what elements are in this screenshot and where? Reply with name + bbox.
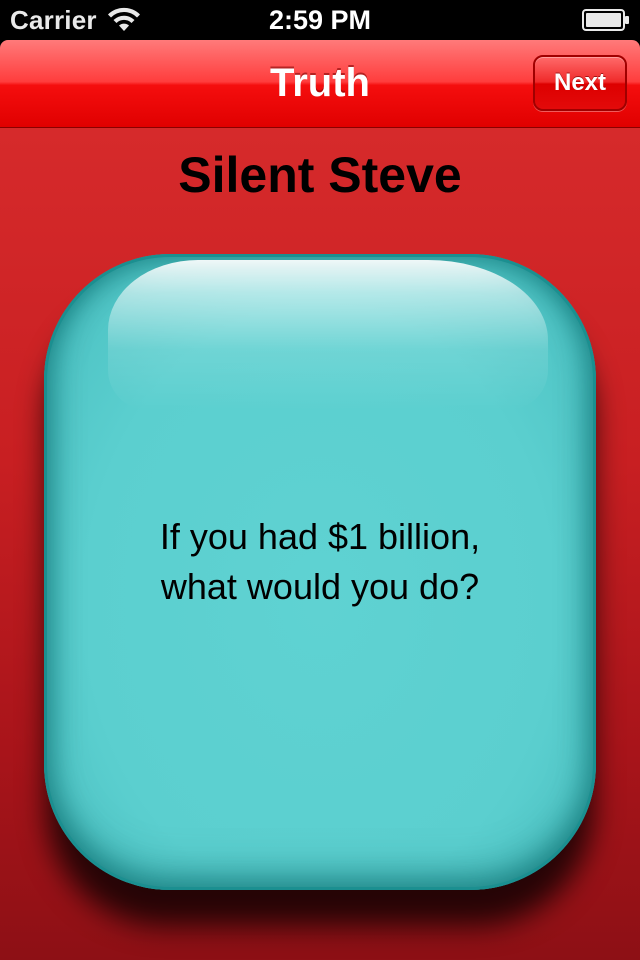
question-line-1: If you had $1 billion,	[159, 516, 481, 557]
question-text: If you had $1 billion, what would you do…	[84, 512, 556, 612]
question-line-2: what would you do?	[160, 566, 480, 607]
status-time: 2:59 PM	[268, 5, 372, 35]
main-content: Silent Steve If you had $1 billion, what…	[0, 128, 640, 960]
next-button[interactable]: Next	[533, 55, 627, 111]
question-card[interactable]: If you had $1 billion, what would you do…	[44, 254, 596, 890]
page-title: Truth	[270, 61, 370, 105]
battery-full-icon	[582, 9, 629, 31]
card-gloss-highlight	[108, 260, 548, 410]
player-name: Silent Steve	[178, 147, 462, 203]
navigation-bar: Truth Next	[0, 40, 640, 128]
status-bar: Carrier 2:59 PM	[0, 0, 640, 40]
